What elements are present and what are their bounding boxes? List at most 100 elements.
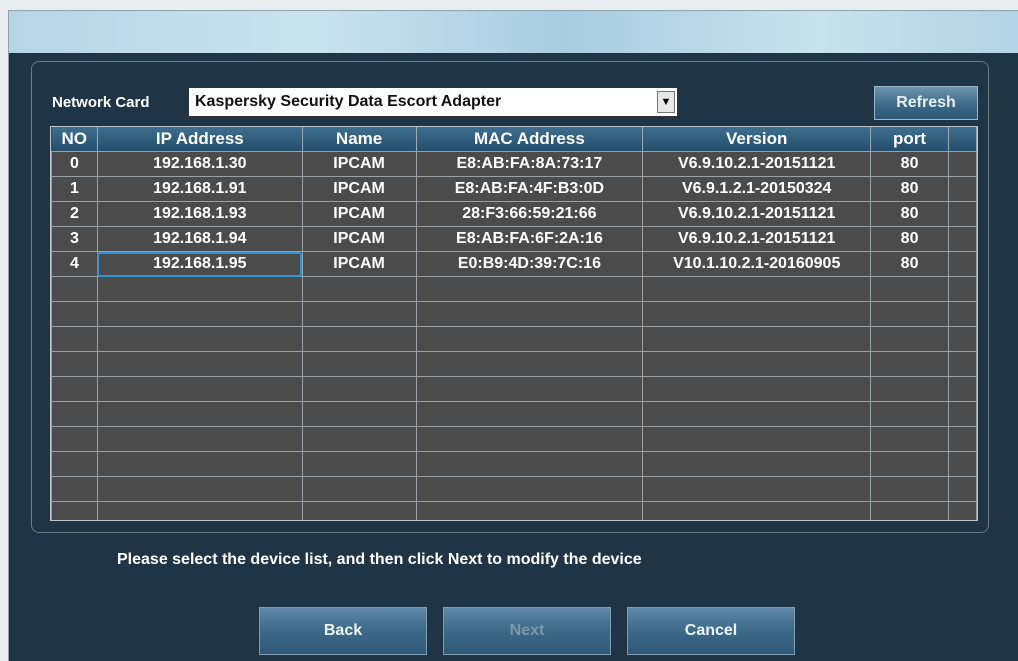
empty-cell [96,351,303,377]
cell-name: IPCAM [301,226,417,252]
empty-cell [870,401,950,427]
empty-cell [415,376,644,402]
empty-cell [51,401,98,427]
empty-cell [948,201,977,227]
empty-cell [415,351,644,377]
empty-cell [301,476,417,502]
table-row[interactable]: 4 192.168.1.95 IPCAM E0:B9:4D:39:7C:16 V10.1… [51,251,977,277]
cell-mac: E0:B9:4D:39:7C:16 [415,251,644,277]
column-header-port[interactable]: port [870,127,950,152]
empty-cell [415,451,644,477]
refresh-button[interactable]: Refresh [874,86,978,120]
cell-port: 80 [870,151,950,177]
empty-cell [51,326,98,352]
cell-name: IPCAM [301,251,417,277]
empty-cell [870,351,950,377]
empty-cell [96,501,303,520]
empty-table-row [51,276,977,302]
empty-cell [948,251,977,277]
empty-cell [870,301,950,327]
table-row[interactable]: 1 192.168.1.91 IPCAM E8:AB:FA:4F:B3:0D V6.9.… [51,176,977,202]
next-button[interactable]: Next [443,607,611,655]
network-card-value: Kaspersky Security Data Escort Adapter [195,93,502,110]
cell-port: 80 [870,176,950,202]
empty-cell [96,426,303,452]
empty-cell [642,476,872,502]
empty-cell [870,326,950,352]
cell-mac: 28:F3:66:59:21:66 [415,201,644,227]
empty-cell [415,326,644,352]
cell-version: V6.9.1.2.1-20150324 [642,176,872,202]
empty-cell [870,476,950,502]
cell-ip: 192.168.1.93 [96,201,303,227]
title-bar [9,11,1018,53]
empty-cell [642,351,872,377]
empty-cell [301,276,417,302]
network-card-select[interactable]: Kaspersky Security Data Escort Adapter ▼ [188,87,678,117]
empty-cell [948,501,977,520]
empty-table-row [51,351,977,377]
empty-cell [96,326,303,352]
device-search-window: Network Card Kaspersky Security Data Esc… [8,10,1018,661]
empty-cell [96,301,303,327]
empty-cell [642,326,872,352]
empty-cell [301,426,417,452]
column-header-no[interactable]: NO [51,127,98,152]
cell-port: 80 [870,201,950,227]
empty-cell [642,426,872,452]
empty-table-row [51,451,977,477]
empty-cell [948,376,977,402]
empty-table-row [51,476,977,502]
table-row[interactable]: 2 192.168.1.93 IPCAM 28:F3:66:59:21:66 V6.9.… [51,201,977,227]
column-header-filler [948,127,977,152]
table-header-row: NO IP Address Name MAC Address Version p… [51,127,977,152]
empty-cell [948,276,977,302]
empty-cell [96,376,303,402]
cell-mac: E8:AB:FA:4F:B3:0D [415,176,644,202]
cell-no: 1 [51,176,98,202]
empty-cell [415,501,644,520]
empty-table-row [51,376,977,402]
empty-cell [96,401,303,427]
cell-ip: 192.168.1.94 [96,226,303,252]
empty-cell [51,476,98,502]
empty-cell [96,276,303,302]
table-row[interactable]: 3 192.168.1.94 IPCAM E8:AB:FA:6F:2A:16 V6.9.… [51,226,977,252]
cell-mac: E8:AB:FA:6F:2A:16 [415,226,644,252]
empty-cell [51,301,98,327]
device-panel: Network Card Kaspersky Security Data Esc… [31,61,989,533]
column-header-mac[interactable]: MAC Address [416,127,644,152]
empty-cell [415,401,644,427]
empty-cell [948,401,977,427]
empty-cell [948,451,977,477]
empty-cell [870,376,950,402]
column-header-version[interactable]: Version [642,127,872,152]
empty-cell [301,326,417,352]
empty-cell [642,401,872,427]
empty-cell [642,301,872,327]
empty-cell [948,226,977,252]
column-header-name[interactable]: Name [302,127,417,152]
empty-cell [301,451,417,477]
back-button[interactable]: Back [259,607,427,655]
empty-cell [415,426,644,452]
cell-no: 3 [51,226,98,252]
empty-cell [415,301,644,327]
empty-table-row [51,326,977,352]
empty-cell [96,476,303,502]
empty-cell [301,376,417,402]
column-header-ip[interactable]: IP Address [97,127,303,152]
chevron-down-icon[interactable]: ▼ [657,91,675,113]
cell-no: 0 [51,151,98,177]
empty-cell [51,501,98,520]
instruction-text: Please select the device list, and then … [117,551,642,568]
cell-port: 80 [870,226,950,252]
empty-cell [948,351,977,377]
empty-table-row [51,501,977,520]
table-row[interactable]: 0 192.168.1.30 IPCAM E8:AB:FA:8A:73:17 V6.9.… [51,151,977,177]
empty-cell [51,451,98,477]
empty-table-row [51,426,977,452]
empty-cell [51,426,98,452]
cancel-button[interactable]: Cancel [627,607,795,655]
empty-cell [642,451,872,477]
